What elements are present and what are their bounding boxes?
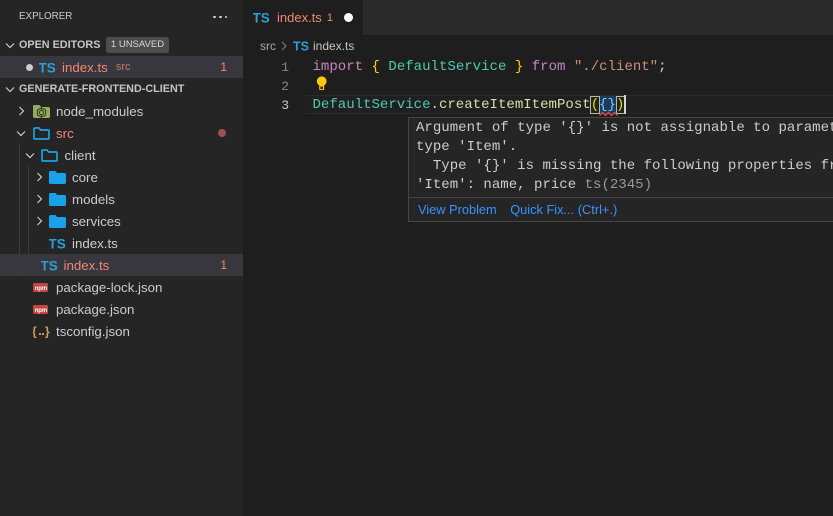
svg-text:}: } xyxy=(45,325,50,339)
svg-text:TS: TS xyxy=(293,40,309,52)
svg-text:TS: TS xyxy=(41,259,58,272)
svg-text:npm: npm xyxy=(35,285,48,291)
svg-text:TS: TS xyxy=(49,237,66,250)
svg-text:{: { xyxy=(33,325,37,339)
svg-text:npm: npm xyxy=(35,307,48,313)
svg-text:TS: TS xyxy=(253,11,270,24)
svg-text:TS: TS xyxy=(39,61,56,74)
